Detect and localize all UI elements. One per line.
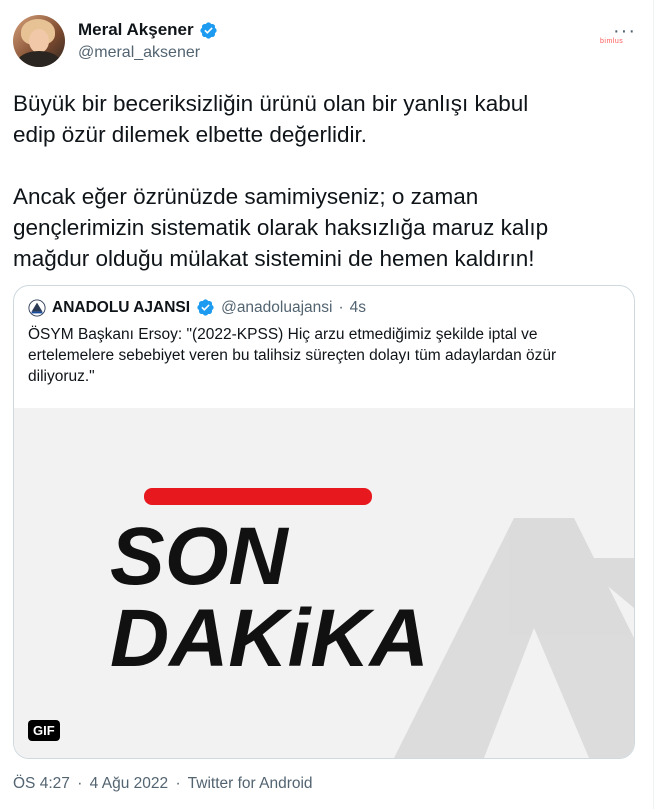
headline-line1: SON	[110, 511, 289, 602]
red-accent-bar	[144, 488, 372, 505]
avatar-body	[17, 51, 61, 67]
quoted-author-name[interactable]: ANADOLU AJANSI	[52, 299, 190, 317]
quoted-media-gif[interactable]: SON DAKiKA GIF	[14, 408, 634, 758]
tweet-text: Büyük bir beceriksizliğin ürünü olan bir…	[13, 91, 549, 271]
author-handle[interactable]: @meral_aksener	[78, 44, 200, 62]
author-name-row[interactable]: Meral Akşener	[78, 20, 218, 40]
quoted-tweet-text: ÖSYM Başkanı Ersoy: "(2022-KPSS) Hiç arz…	[28, 326, 557, 385]
quoted-verified-badge-icon	[197, 299, 214, 316]
background-logo-watermark	[394, 518, 634, 758]
meta-separator: ·	[175, 775, 181, 792]
breaking-news-graphic: SON DAKiKA	[110, 488, 634, 758]
tweet-date[interactable]: 4 Ağu 2022	[90, 775, 168, 792]
avatar[interactable]	[13, 15, 65, 67]
anadolu-logo-icon	[28, 298, 46, 317]
quoted-tweet-header: ANADOLU AJANSI @anadoluajansi · 4s	[28, 298, 366, 317]
meta-separator: ·	[77, 775, 83, 792]
quoted-timestamp[interactable]: 4s	[350, 299, 366, 317]
quoted-author-handle[interactable]: @anadoluajansi	[221, 299, 332, 317]
brand-watermark: bimlus	[600, 38, 624, 45]
avatar-face	[29, 29, 49, 53]
quoted-tweet[interactable]: ANADOLU AJANSI @anadoluajansi · 4s ÖSYM …	[13, 285, 635, 759]
verified-badge-icon	[199, 21, 217, 39]
tweet-metadata: ÖS 4:27 · 4 Ağu 2022 · Twitter for Andro…	[13, 775, 316, 793]
tweet-time[interactable]: ÖS 4:27	[13, 775, 70, 792]
more-options-icon[interactable]: ···	[613, 21, 636, 41]
tweet-card: Meral Akşener @meral_aksener ··· bimlus …	[0, 0, 654, 809]
tweet-source[interactable]: Twitter for Android	[188, 775, 313, 792]
quoted-separator: ·	[338, 298, 344, 316]
author-name[interactable]: Meral Akşener	[78, 20, 194, 40]
headline-line2: DAKiKA	[110, 593, 429, 684]
gif-badge: GIF	[28, 720, 60, 741]
